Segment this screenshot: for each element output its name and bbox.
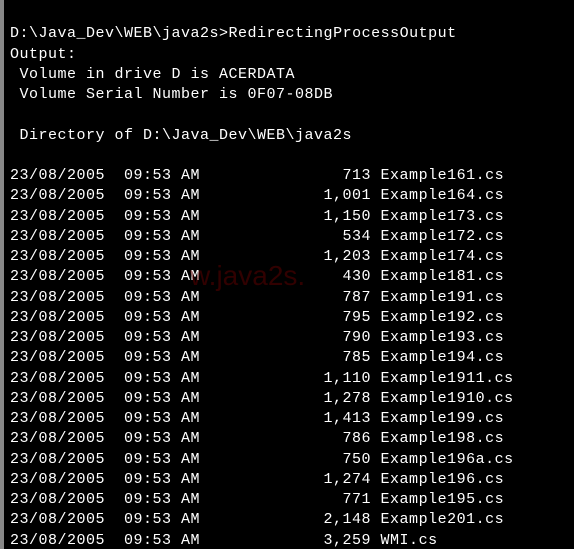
file-row: 23/08/2005 09:53 AM 786 Example198.cs — [10, 429, 568, 449]
file-row: 23/08/2005 09:53 AM 1,413 Example199.cs — [10, 409, 568, 429]
file-row: 23/08/2005 09:53 AM 1,203 Example174.cs — [10, 247, 568, 267]
blank-line — [10, 105, 568, 125]
directory-info: Directory of D:\Java_Dev\WEB\java2s — [10, 126, 568, 146]
file-row: 23/08/2005 09:53 AM 1,001 Example164.cs — [10, 186, 568, 206]
file-row: 23/08/2005 09:53 AM 787 Example191.cs — [10, 288, 568, 308]
file-row: 23/08/2005 09:53 AM 3,259 WMI.cs — [10, 531, 568, 549]
terminal-output: D:\Java_Dev\WEB\java2s>RedirectingProces… — [0, 0, 574, 549]
file-row: 23/08/2005 09:53 AM 1,110 Example1911.cs — [10, 369, 568, 389]
file-row: 23/08/2005 09:53 AM 1,274 Example196.cs — [10, 470, 568, 490]
file-row: 23/08/2005 09:53 AM 1,150 Example173.cs — [10, 207, 568, 227]
volume-info: Volume in drive D is ACERDATA — [10, 65, 568, 85]
file-row: 23/08/2005 09:53 AM 430 Example181.cs — [10, 267, 568, 287]
file-listing: 23/08/2005 09:53 AM 713 Example161.cs23/… — [10, 166, 568, 549]
file-row: 23/08/2005 09:53 AM 771 Example195.cs — [10, 490, 568, 510]
file-row: 23/08/2005 09:53 AM 1,278 Example1910.cs — [10, 389, 568, 409]
file-row: 23/08/2005 09:53 AM 534 Example172.cs — [10, 227, 568, 247]
serial-info: Volume Serial Number is 0F07-08DB — [10, 85, 568, 105]
file-row: 23/08/2005 09:53 AM 790 Example193.cs — [10, 328, 568, 348]
file-row: 23/08/2005 09:53 AM 2,148 Example201.cs — [10, 510, 568, 530]
output-header: Output: — [10, 45, 568, 65]
command-prompt-line: D:\Java_Dev\WEB\java2s>RedirectingProces… — [10, 24, 568, 44]
prompt-path: D:\Java_Dev\WEB\java2s> — [10, 25, 229, 42]
file-row: 23/08/2005 09:53 AM 713 Example161.cs — [10, 166, 568, 186]
blank-line — [10, 146, 568, 166]
file-row: 23/08/2005 09:53 AM 795 Example192.cs — [10, 308, 568, 328]
file-row: 23/08/2005 09:53 AM 750 Example196a.cs — [10, 450, 568, 470]
file-row: 23/08/2005 09:53 AM 785 Example194.cs — [10, 348, 568, 368]
command-text: RedirectingProcessOutput — [229, 25, 457, 42]
